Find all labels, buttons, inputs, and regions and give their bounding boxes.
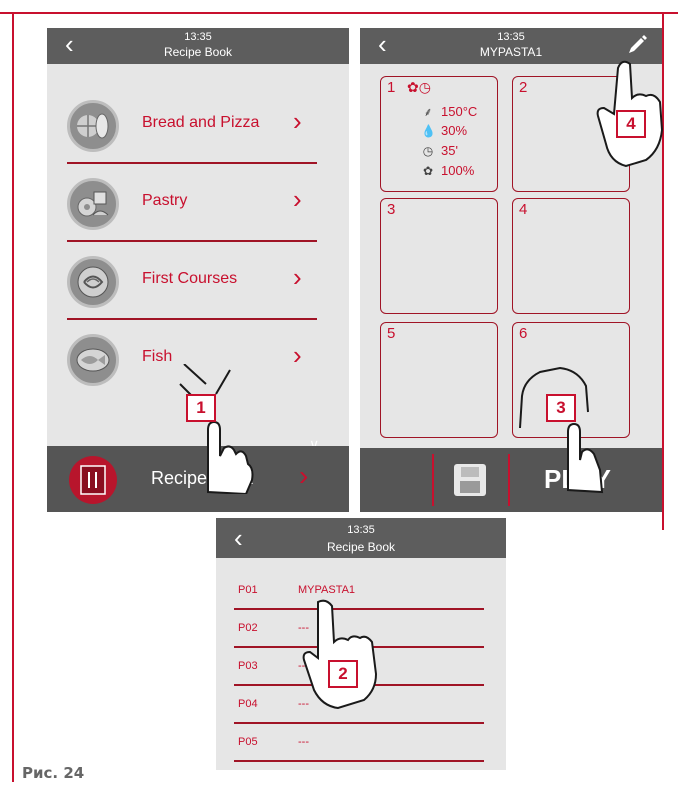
divider [432, 454, 434, 506]
program-code: P04 [238, 698, 258, 710]
step-number: 4 [519, 201, 528, 218]
program-title: MYPASTA1 [479, 45, 543, 59]
divider [508, 454, 510, 506]
category-item-first-courses[interactable]: First Courses › [67, 244, 323, 320]
fan-clock-icon: ✿◷ [407, 79, 431, 95]
figure-label: Рис. 24 [22, 764, 85, 782]
step-time: ◷ 35' [422, 143, 458, 158]
recipe-book-icon [69, 456, 117, 504]
clock-icon: ◷ [422, 144, 434, 158]
program-code: P05 [238, 736, 258, 748]
fish-icon [67, 334, 119, 386]
step-number: 5 [387, 325, 396, 342]
pointer-callout-2: 2 [288, 598, 384, 733]
program-code: P02 [238, 622, 258, 634]
pointer-callout-4: 4 [588, 58, 668, 183]
category-item-pastry[interactable]: Pastry › [67, 166, 323, 242]
pastry-icon [67, 178, 119, 230]
category-label: Bread and Pizza [142, 114, 260, 131]
save-icon[interactable] [454, 464, 486, 496]
step-fan-speed: ✿ 100% [422, 163, 475, 178]
program-code: P03 [238, 660, 258, 672]
figure-frame-top [0, 12, 678, 14]
program-code: P01 [238, 584, 258, 596]
pointer-callout-1: 1 [170, 363, 256, 499]
clock-time: 13:35 [497, 31, 525, 43]
step-slot-1[interactable]: 1 ✿◷ ⸙ 150°C 💧 30% ◷ 35' ✿ 100% [380, 76, 498, 192]
step-slot-5[interactable]: 5 [380, 322, 498, 438]
first-courses-icon [67, 256, 119, 308]
hand-pointer-icon [519, 366, 604, 494]
divider [67, 162, 317, 164]
chevron-right-icon: › [299, 460, 309, 491]
chevron-right-icon: › [293, 340, 302, 370]
program-name: MYPASTA1 [298, 584, 356, 596]
program-footer: PLAY [360, 448, 662, 512]
bread-pizza-icon [67, 100, 119, 152]
step-temperature: ⸙ 150°C [421, 103, 477, 120]
step-number: 1 [387, 79, 396, 96]
step-number: 3 [387, 201, 396, 218]
step-number: 6 [519, 325, 528, 342]
category-label: Pastry [142, 192, 188, 209]
humidity-drop-icon: 💧 [421, 124, 436, 138]
step-number: 2 [519, 79, 528, 96]
callout-badge: 4 [616, 110, 646, 138]
step-humidity: 💧 30% [421, 123, 468, 138]
screen-title: Recipe Book [326, 540, 396, 554]
clock-time: 13:35 [184, 31, 212, 43]
callout-badge: 1 [186, 394, 216, 422]
category-label: First Courses [142, 270, 238, 287]
pencil-icon[interactable] [626, 34, 648, 56]
program-name: --- [298, 736, 309, 748]
step-slot-4[interactable]: 4 [512, 198, 630, 314]
screen-header: ‹ 13:35 Recipe Book [47, 28, 349, 64]
pointer-callout-3: 3 [516, 362, 608, 507]
step-slot-3[interactable]: 3 [380, 198, 498, 314]
figure-frame-left [12, 12, 14, 782]
thermometer-icon: ⸙ [423, 105, 433, 119]
divider [67, 318, 317, 320]
hand-pointer-icon [179, 363, 254, 496]
divider [67, 240, 317, 242]
screen-header: ‹ 13:35 Recipe Book [216, 518, 506, 558]
chevron-right-icon: › [293, 184, 302, 214]
divider [234, 760, 484, 762]
callout-badge: 2 [328, 660, 358, 688]
callout-badge: 3 [546, 394, 576, 422]
screen-title: Recipe Book [163, 45, 233, 59]
chevron-right-icon: › [293, 262, 302, 292]
clock-time: 13:35 [347, 524, 375, 536]
category-label: Fish [142, 348, 173, 365]
fan-icon: ✿ [422, 164, 434, 178]
chevron-right-icon: › [293, 106, 302, 136]
category-item-bread-and-pizza[interactable]: Bread and Pizza › [67, 88, 323, 164]
